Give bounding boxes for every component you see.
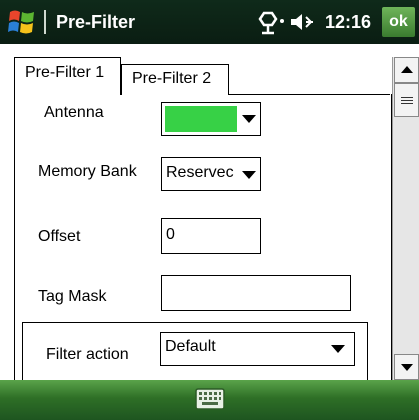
filter-action-label: Filter action bbox=[46, 346, 129, 363]
offset-field[interactable]: 0 bbox=[161, 218, 261, 254]
tag-mask-field[interactable] bbox=[161, 275, 351, 311]
clock[interactable]: 12:16 bbox=[325, 10, 371, 34]
tab-pre-filter-1[interactable]: Pre-Filter 1 bbox=[14, 57, 121, 95]
antenna-color-swatch bbox=[165, 106, 237, 132]
offset-value: 0 bbox=[166, 226, 175, 243]
scroll-thumb[interactable] bbox=[394, 83, 419, 117]
tab-pre-filter-2[interactable]: Pre-Filter 2 bbox=[121, 64, 229, 95]
scroll-up-button[interactable] bbox=[394, 57, 419, 83]
chevron-down-icon bbox=[331, 345, 345, 353]
connectivity-icon[interactable] bbox=[256, 9, 278, 35]
offset-label: Offset bbox=[38, 228, 81, 245]
filter-action-select[interactable]: Default bbox=[160, 332, 355, 366]
vertical-scrollbar[interactable] bbox=[392, 57, 419, 380]
title-bar: Pre-Filter 12:16 ok bbox=[0, 0, 419, 44]
tag-mask-label: Tag Mask bbox=[38, 288, 107, 305]
chevron-down-icon bbox=[242, 171, 256, 179]
speaker-volume-icon[interactable] bbox=[289, 12, 315, 32]
memory-bank-value: Reservec bbox=[166, 164, 234, 181]
soft-key-bar bbox=[0, 380, 419, 420]
title-separator bbox=[44, 10, 46, 34]
arrow-down-icon bbox=[401, 364, 413, 371]
windows-start-icon[interactable] bbox=[4, 4, 40, 40]
filter-action-value: Default bbox=[165, 338, 216, 355]
antenna-label: Antenna bbox=[44, 104, 104, 121]
memory-bank-label: Memory Bank bbox=[38, 163, 137, 180]
keyboard-icon[interactable] bbox=[195, 388, 225, 410]
ok-button[interactable]: ok bbox=[382, 7, 415, 37]
app-title: Pre-Filter bbox=[56, 12, 136, 32]
memory-bank-select[interactable]: Reservec bbox=[161, 157, 261, 191]
chevron-down-icon bbox=[242, 115, 256, 123]
antenna-select[interactable] bbox=[161, 102, 261, 136]
connectivity-dot bbox=[280, 19, 284, 23]
scroll-down-button[interactable] bbox=[394, 354, 419, 380]
arrow-up-icon bbox=[401, 66, 413, 73]
